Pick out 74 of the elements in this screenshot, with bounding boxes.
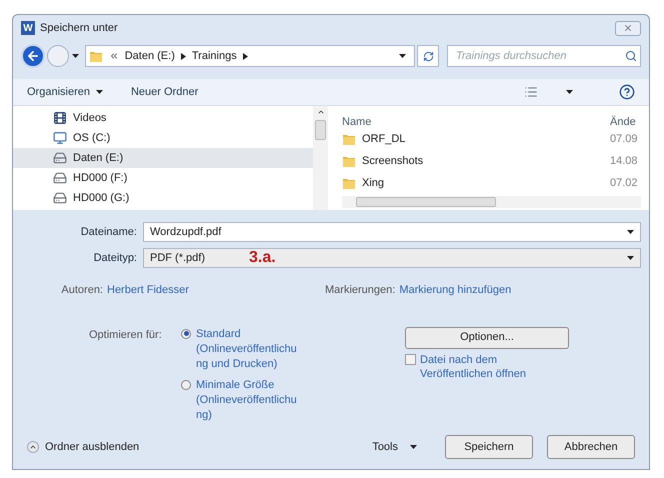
scroll-thumb[interactable] [315, 120, 326, 140]
column-header[interactable]: Name [342, 114, 610, 128]
dialog-button[interactable]: Speichern [445, 435, 533, 459]
field-label: Autoren: [60, 283, 104, 298]
breadcrumb[interactable]: Daten (E:) [124, 48, 175, 64]
scrollbar[interactable] [313, 106, 328, 210]
back-button[interactable] [21, 44, 45, 68]
breadcrumb-arrow-icon [242, 52, 248, 60]
field-label: Dateityp: [92, 250, 138, 266]
double-chevron-icon [108, 51, 119, 61]
breadcrumb-arrow-icon [180, 52, 186, 60]
address-bar[interactable]: Daten (E:) Trainings [84, 45, 416, 67]
breadcrumb[interactable]: Trainings [192, 48, 237, 64]
system-drive-icon [53, 131, 67, 145]
dialog-button[interactable]: Abbrechen [547, 435, 635, 459]
radio-button[interactable] [181, 380, 191, 390]
options-button[interactable]: Optionen... [405, 326, 569, 348]
caret-icon [410, 445, 417, 449]
file-type-select[interactable]: PDF (*.pdf) 3.a. [143, 248, 641, 268]
hide-folders-button[interactable]: Ordner ausblenden [27, 438, 140, 456]
collapse-icon [27, 441, 39, 453]
caret-icon [627, 230, 634, 234]
field-label: Markierungen: [325, 283, 396, 298]
caret-icon [72, 54, 80, 58]
radio-label[interactable]: Standard (Onlineveröffentlichu ng und Drucken) [196, 326, 297, 372]
help-icon[interactable] [619, 84, 635, 100]
toolbar-button[interactable]: Neuer Ordner [130, 84, 198, 100]
toolbar-button[interactable]: Organisieren [27, 84, 103, 100]
file-row[interactable]: Xing [342, 174, 610, 192]
tags-link[interactable]: Markierung hinzufügen [399, 282, 512, 298]
field-label: Dateiname: [80, 224, 138, 240]
radio-label[interactable]: Minimale Größe (Onlineveröffentlichu ng) [196, 378, 297, 422]
annotation-label: 3.a. [249, 250, 276, 266]
file-row[interactable]: ORF_DL [342, 130, 610, 148]
tools-button[interactable]: Tools [372, 438, 417, 456]
caret-icon [627, 256, 634, 260]
drive-icon [53, 151, 67, 165]
folder-icon [342, 154, 356, 168]
refresh-button[interactable] [417, 45, 439, 67]
file-name-field[interactable]: Wordzupdf.pdf [143, 222, 641, 242]
window-title: Speichern unter [40, 20, 118, 36]
table-cell-text: 07.09 [610, 132, 638, 147]
caret-icon [399, 54, 406, 58]
search-icon [624, 50, 637, 62]
radio-button[interactable] [181, 328, 191, 338]
checkbox[interactable] [405, 354, 416, 364]
scroll-up-icon [316, 108, 324, 116]
navigation-item[interactable]: HD000 (G:) [13, 188, 313, 208]
table-cell-text: 07.02 [610, 176, 638, 191]
navigation-item[interactable]: Daten (E:) [13, 148, 313, 168]
folder-icon [342, 176, 356, 190]
checkbox-label[interactable]: Datei nach dem Veröffentlichen öffnen [420, 352, 526, 380]
drive-icon [53, 171, 67, 185]
caret-icon [566, 90, 573, 94]
refresh-icon [422, 50, 434, 62]
search-field[interactable]: Trainings durchsuchen [446, 45, 641, 67]
close-icon [623, 23, 633, 33]
scroll-thumb[interactable] [356, 197, 496, 207]
file-row[interactable]: Screenshots [342, 152, 610, 170]
drive-icon [53, 191, 67, 205]
column-header[interactable]: Ände [610, 114, 636, 128]
navigation-item[interactable]: OS (C:) [13, 128, 313, 148]
film-icon [53, 111, 67, 125]
close-button[interactable] [615, 20, 641, 36]
app-logo: W [21, 21, 35, 35]
field-label: Optimieren für: [88, 328, 163, 342]
folder-icon [342, 132, 356, 146]
navigation-item[interactable]: Videos [13, 108, 313, 128]
folder-icon [88, 49, 103, 63]
navigation-item[interactable]: HD000 (F:) [13, 168, 313, 188]
table-cell-text: 14.08 [610, 154, 638, 169]
authors-link[interactable]: Herbert Fidesser [107, 282, 287, 298]
view-options-icon[interactable] [524, 85, 538, 99]
horizontal-scrollbar[interactable] [342, 196, 641, 208]
